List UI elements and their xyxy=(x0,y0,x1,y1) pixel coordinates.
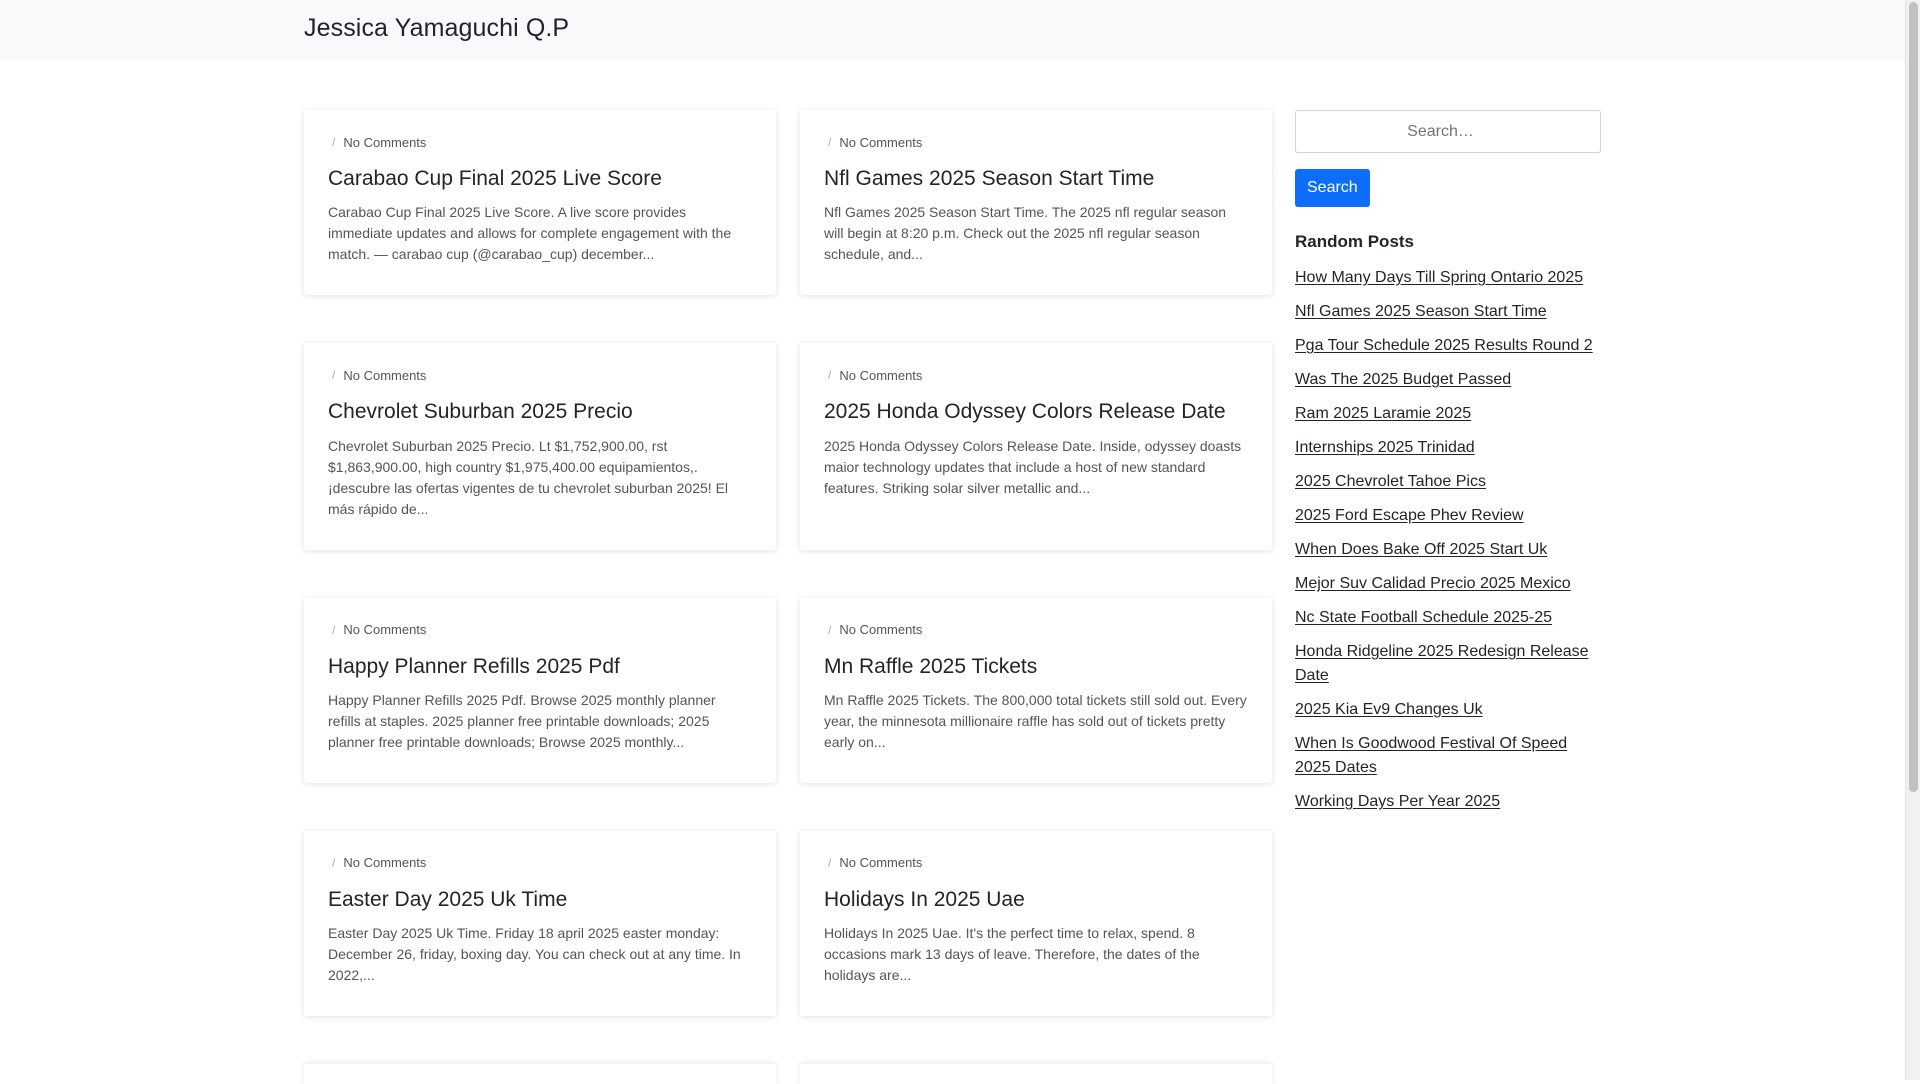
random-post-link[interactable]: Nc State Football Schedule 2025-25 xyxy=(1295,609,1552,626)
post-meta: / No Comments xyxy=(824,621,1248,639)
page-scrollbar[interactable] xyxy=(1905,0,1920,1080)
meta-separator: / xyxy=(828,855,832,870)
random-post-link[interactable]: 2025 Ford Escape Phev Review xyxy=(1295,507,1524,524)
list-item: Mejor Suv Calidad Precio 2025 Mexico xyxy=(1295,572,1601,596)
random-post-link[interactable]: Nfl Games 2025 Season Start Time xyxy=(1295,303,1547,320)
meta-separator: / xyxy=(828,135,832,149)
meta-separator: / xyxy=(332,368,336,383)
post-excerpt: 2025 Honda Odyssey Colors Release Date. … xyxy=(824,437,1242,496)
list-item: Internships 2025 Trinidad xyxy=(1295,436,1601,460)
comments-link[interactable]: No Comments xyxy=(839,368,922,383)
post-meta: / No Comments xyxy=(328,366,752,384)
random-post-link[interactable]: When Is Goodwood Festival Of Speed 2025 … xyxy=(1295,735,1567,776)
comments-link[interactable]: No Comments xyxy=(343,855,426,870)
random-post-link[interactable]: Internships 2025 Trinidad xyxy=(1295,439,1475,456)
post-card: / No Comments Nfl Games 2025 Season Start… xyxy=(800,110,1272,296)
random-post-link[interactable]: Ram 2025 Laramie 2025 xyxy=(1295,405,1471,422)
list-item: Pga Tour Schedule 2025 Results Round 2 xyxy=(1295,334,1601,358)
comments-link[interactable]: No Comments xyxy=(839,622,922,637)
random-post-link[interactable]: Working Days Per Year 2025 xyxy=(1295,793,1500,810)
random-post-link[interactable]: Mejor Suv Calidad Precio 2025 Mexico xyxy=(1295,575,1571,592)
random-post-link[interactable]: Honda Ridgeline 2025 Redesign Release Da… xyxy=(1295,643,1589,684)
list-item: 2025 Kia Ev9 Changes Uk xyxy=(1295,698,1601,722)
list-item: 2025 Chevrolet Tahoe Pics xyxy=(1295,470,1601,494)
post-card-partial xyxy=(800,1064,1272,1084)
scrollbar-thumb[interactable] xyxy=(1909,2,1918,792)
list-item: Honda Ridgeline 2025 Redesign Release Da… xyxy=(1295,640,1601,688)
post-title-link[interactable]: Chevrolet Suburban 2025 Precio xyxy=(328,399,752,425)
random-post-link[interactable]: Was The 2025 Budget Passed xyxy=(1295,371,1511,388)
post-card: / No Comments Easter Day 2025 Uk Time Eas… xyxy=(304,830,776,1016)
list-item: When Does Bake Off 2025 Start Uk xyxy=(1295,538,1601,562)
post-excerpt: Holidays In 2025 Uae. It's the perfect t… xyxy=(824,925,1200,983)
comments-link[interactable]: No Comments xyxy=(343,135,426,150)
post-card: / No Comments Chevrolet Suburban 2025 Pre… xyxy=(304,343,776,550)
post-grid: / No Comments Carabao Cup Final 2025 Live… xyxy=(304,110,1272,1084)
post-card: / No Comments Happy Planner Refills 2025 … xyxy=(304,597,776,783)
post-card-partial xyxy=(304,1064,776,1084)
list-item: Was The 2025 Budget Passed xyxy=(1295,368,1601,392)
random-post-link[interactable]: When Does Bake Off 2025 Start Uk xyxy=(1295,541,1547,558)
list-item: Nc State Football Schedule 2025-25 xyxy=(1295,606,1601,630)
random-post-link[interactable]: 2025 Kia Ev9 Changes Uk xyxy=(1295,701,1483,718)
post-excerpt: Nfl Games 2025 Season Start Time. The 20… xyxy=(824,204,1227,263)
random-post-link[interactable]: How Many Days Till Spring Ontario 2025 xyxy=(1295,269,1583,286)
post-card: / No Comments Carabao Cup Final 2025 Live… xyxy=(304,110,776,296)
list-item: Nfl Games 2025 Season Start Time xyxy=(1295,300,1601,324)
post-card: / No Comments 2025 Honda Odyssey Colors R… xyxy=(800,343,1272,550)
post-card: / No Comments Mn Raffle 2025 Tickets Mn R… xyxy=(800,597,1272,783)
comments-link[interactable]: No Comments xyxy=(343,622,426,637)
site-header: Jessica Yamaguchi Q.P xyxy=(0,0,1905,61)
post-meta: / No Comments xyxy=(328,621,752,639)
search-button[interactable]: Search xyxy=(1295,169,1370,207)
post-card: / No Comments Holidays In 2025 Uae Holida… xyxy=(800,830,1272,1016)
random-post-link[interactable]: 2025 Chevrolet Tahoe Pics xyxy=(1295,473,1486,490)
post-title-link[interactable]: Happy Planner Refills 2025 Pdf xyxy=(328,654,752,680)
meta-separator: / xyxy=(828,622,832,637)
post-meta: / No Comments xyxy=(328,854,752,872)
list-item: Working Days Per Year 2025 xyxy=(1295,790,1601,814)
post-title-link[interactable]: Easter Day 2025 Uk Time xyxy=(328,887,752,913)
sidebar: Search Random Posts How Many Days Till S… xyxy=(1295,110,1601,824)
post-meta: / No Comments xyxy=(824,854,1248,872)
comments-link[interactable]: No Comments xyxy=(839,135,922,150)
random-posts-list: How Many Days Till Spring Ontario 2025 N… xyxy=(1295,266,1601,814)
post-excerpt: Mn Raffle 2025 Tickets. The 800,000 tota… xyxy=(824,691,1247,750)
post-title-link[interactable]: Mn Raffle 2025 Tickets xyxy=(824,654,1248,680)
post-title-link[interactable]: Carabao Cup Final 2025 Live Score xyxy=(328,166,752,192)
comments-link[interactable]: No Comments xyxy=(343,368,426,383)
random-post-link[interactable]: Pga Tour Schedule 2025 Results Round 2 xyxy=(1295,337,1593,354)
post-meta: / No Comments xyxy=(824,133,1248,151)
random-posts-heading: Random Posts xyxy=(1295,232,1415,251)
list-item: 2025 Ford Escape Phev Review xyxy=(1295,504,1601,528)
list-item: Ram 2025 Laramie 2025 xyxy=(1295,402,1601,426)
post-excerpt: Easter Day 2025 Uk Time. Friday 18 april… xyxy=(328,925,741,983)
site-title-link[interactable]: Jessica Yamaguchi Q.P xyxy=(304,14,569,43)
meta-separator: / xyxy=(332,135,336,149)
search-input[interactable] xyxy=(1295,110,1601,153)
post-title-link[interactable]: Nfl Games 2025 Season Start Time xyxy=(824,166,1248,192)
list-item: How Many Days Till Spring Ontario 2025 xyxy=(1295,266,1601,290)
meta-separator: / xyxy=(332,622,336,637)
meta-separator: / xyxy=(332,855,336,870)
post-meta: / No Comments xyxy=(328,133,752,151)
post-title-link[interactable]: 2025 Honda Odyssey Colors Release Date xyxy=(824,399,1248,425)
comments-link[interactable]: No Comments xyxy=(839,855,922,870)
post-excerpt: Happy Planner Refills 2025 Pdf. Browse 2… xyxy=(328,691,716,750)
post-excerpt: Carabao Cup Final 2025 Live Score. A liv… xyxy=(328,204,732,263)
list-item: When Is Goodwood Festival Of Speed 2025 … xyxy=(1295,732,1601,780)
post-meta: / No Comments xyxy=(824,366,1248,384)
post-excerpt: Chevrolet Suburban 2025 Precio. Lt $1,75… xyxy=(328,437,729,517)
meta-separator: / xyxy=(828,368,832,383)
post-title-link[interactable]: Holidays In 2025 Uae xyxy=(824,887,1248,913)
